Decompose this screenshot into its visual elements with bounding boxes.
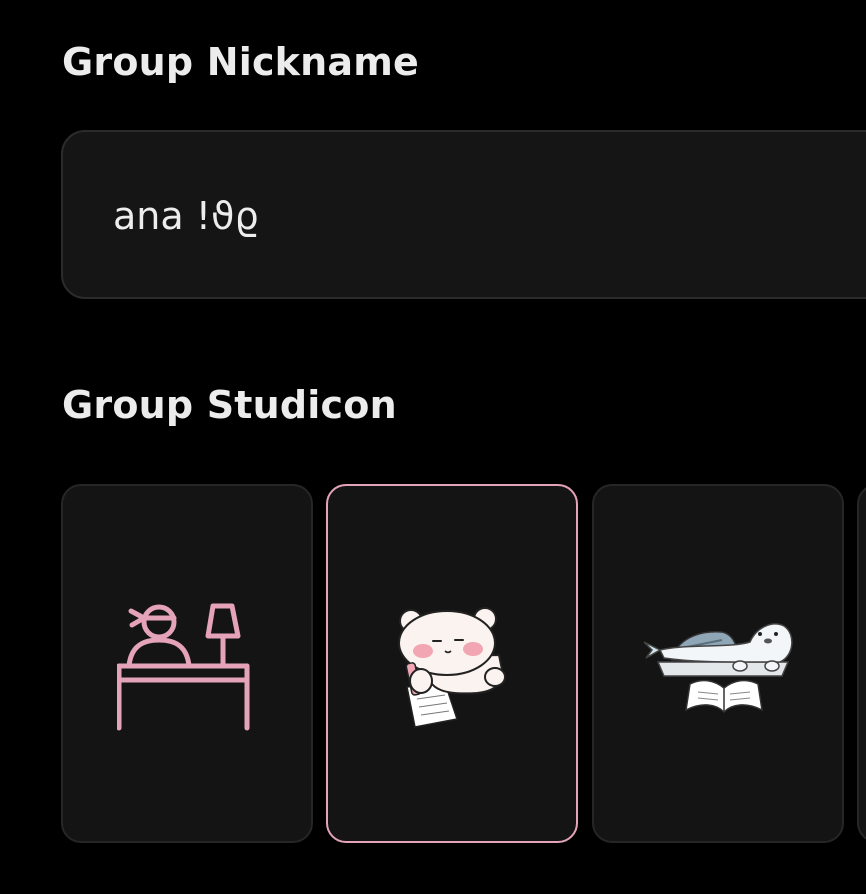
studicon-option-seal-reading[interactable] <box>592 484 844 843</box>
student-at-desk-icon <box>117 603 250 730</box>
group-nickname-input[interactable]: ana !ϑϱ <box>61 130 866 299</box>
studicon-option-student-desk[interactable] <box>61 484 313 843</box>
group-nickname-value[interactable]: ana !ϑϱ <box>113 194 259 238</box>
studicon-option-bear-writing[interactable] <box>326 484 578 843</box>
bear-writing-icon <box>398 606 506 728</box>
studicon-option-partial[interactable] <box>857 484 866 843</box>
group-studicon-label: Group Studicon <box>62 383 397 427</box>
group-settings-screen: Group Nickname ana !ϑϱ Group Studicon <box>0 0 866 894</box>
group-nickname-label: Group Nickname <box>62 40 420 84</box>
seal-reading-book-icon <box>643 622 793 713</box>
